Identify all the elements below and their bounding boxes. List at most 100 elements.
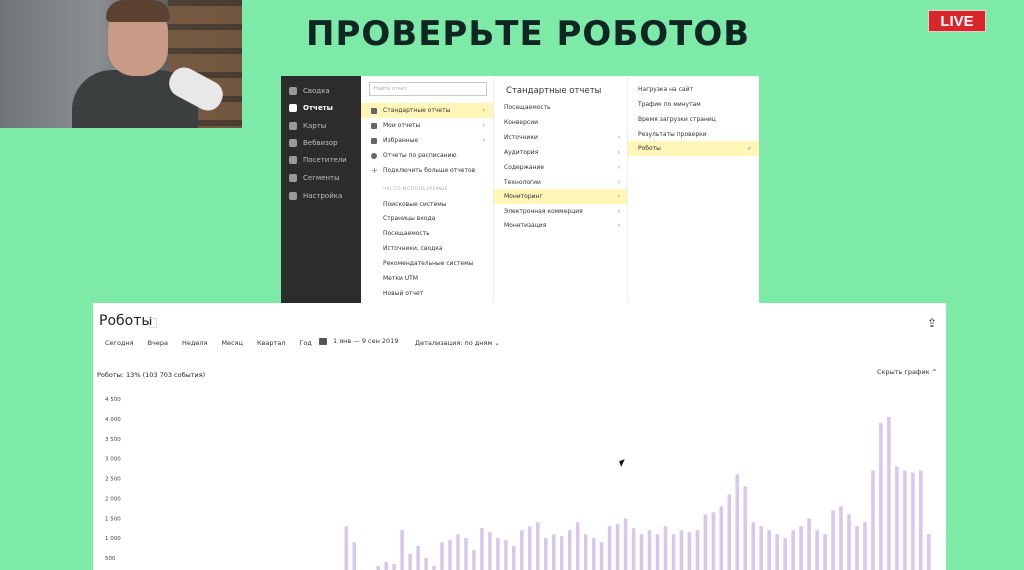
chart-bar[interactable] [400, 530, 404, 570]
chart-bar[interactable] [424, 558, 428, 570]
chart-bar[interactable] [895, 466, 899, 570]
menu-item[interactable]: Электронная коммерция › [494, 204, 628, 219]
frequent-item[interactable]: Новый отчет [361, 286, 493, 301]
chart-bar[interactable] [679, 530, 684, 570]
menu-item[interactable]: Монетизация › [494, 218, 628, 233]
chart-bar[interactable] [615, 524, 620, 570]
chart-bar[interactable] [911, 472, 915, 570]
frequent-item[interactable]: Страницы входа [361, 211, 493, 226]
nav-item-webvisor[interactable]: Вебвизор [289, 136, 338, 150]
menu-item[interactable]: Аудитория › [494, 145, 628, 160]
export-icon[interactable]: ⇪ [927, 316, 939, 330]
menu-item[interactable]: Источники › [494, 130, 628, 145]
chart-bar[interactable] [408, 554, 412, 570]
chart-bar[interactable] [639, 534, 644, 570]
chart-bar[interactable] [583, 534, 588, 570]
chart-bar[interactable] [871, 470, 875, 570]
report-search-input[interactable]: Найти отчет [369, 82, 487, 96]
chart-bar[interactable] [799, 526, 803, 570]
menu-item[interactable]: Технологии › [494, 175, 628, 190]
chart-bar[interactable] [344, 526, 349, 570]
menu-item[interactable]: Нагрузка на сайт [628, 82, 759, 97]
chart-bar[interactable] [440, 542, 444, 570]
chart-bar[interactable] [607, 526, 612, 570]
chart-bar[interactable] [863, 522, 867, 570]
chart-bar[interactable] [703, 514, 708, 570]
period-yesterday[interactable]: Вчера [148, 339, 168, 347]
chart-bar[interactable] [520, 530, 524, 570]
frequent-item[interactable]: Посещаемость [361, 226, 493, 241]
chart-bar[interactable] [552, 534, 556, 570]
chart-bar[interactable] [687, 532, 692, 570]
chart-bar[interactable] [671, 534, 676, 570]
detail-dropdown[interactable]: Детализация: по дням ⌄ [415, 339, 500, 347]
chart-bar[interactable] [512, 546, 516, 570]
chart-bar[interactable] [631, 528, 636, 570]
chart-bar[interactable] [695, 530, 700, 570]
hide-chart-button[interactable]: Скрыть график ^ [877, 368, 937, 376]
chart-bar[interactable] [464, 538, 468, 570]
chart-bar[interactable] [567, 530, 572, 570]
chart-bar[interactable] [823, 534, 827, 570]
chart-bar[interactable] [591, 538, 596, 570]
chart-bar[interactable] [504, 540, 508, 570]
chart-bar[interactable] [448, 540, 452, 570]
period-year[interactable]: Год [299, 339, 311, 347]
chart-bar[interactable] [599, 542, 604, 570]
menu-item[interactable]: Результаты проверки [628, 127, 759, 142]
chart-bar[interactable] [472, 550, 476, 570]
menu-item[interactable]: Посещаемость [494, 100, 628, 115]
chart-bar[interactable] [887, 416, 891, 570]
chart-bar[interactable] [855, 526, 859, 570]
chart-bar[interactable] [727, 494, 732, 570]
menu-item-scheduled[interactable]: Отчеты по расписанию [361, 148, 493, 163]
chart-bar[interactable] [647, 530, 652, 570]
chart-bar[interactable] [743, 486, 748, 570]
chart-bar[interactable] [767, 530, 771, 570]
chart-bar[interactable] [623, 518, 628, 570]
menu-item-connect-more[interactable]: + Подключить больше отчетов [361, 163, 493, 178]
chart-bar[interactable] [839, 506, 843, 570]
chart-bar[interactable] [775, 534, 779, 570]
chart-bar[interactable] [927, 534, 931, 570]
period-quarter[interactable]: Квартал [257, 339, 285, 347]
frequent-item[interactable]: Метки UTM [361, 271, 493, 286]
nav-item-svodka[interactable]: Сводка [289, 84, 330, 98]
chart-bar[interactable] [919, 470, 923, 570]
chart-bar[interactable] [544, 538, 548, 570]
menu-item-robots[interactable]: Роботы ✓ [628, 141, 759, 156]
chart-bar[interactable] [432, 565, 436, 570]
chart-bar[interactable] [480, 528, 484, 570]
frequent-item[interactable]: Источники, сводка [361, 241, 493, 256]
chart-bar[interactable] [528, 526, 532, 570]
nav-item-maps[interactable]: Карты [289, 119, 326, 133]
chart-bar[interactable] [376, 565, 380, 570]
nav-item-reports[interactable]: Отчеты [289, 101, 333, 115]
chart-bar[interactable] [416, 546, 420, 570]
menu-item-standard-reports[interactable]: Стандартные отчеты › [361, 103, 493, 118]
chart-bar[interactable] [903, 470, 907, 570]
menu-item[interactable]: Трафик по минутам [628, 97, 759, 112]
chart-bar[interactable] [815, 530, 819, 570]
chart-bar[interactable] [352, 542, 356, 570]
chart-bar[interactable] [783, 538, 787, 570]
chart-bar[interactable] [488, 532, 492, 570]
chart-bar[interactable] [711, 512, 716, 570]
chart-bar[interactable] [751, 522, 756, 570]
period-today[interactable]: Сегодня [105, 339, 134, 347]
nav-item-settings[interactable]: Настройка [289, 189, 342, 203]
chart-bar[interactable] [536, 522, 540, 570]
period-month[interactable]: Месяц [221, 339, 243, 347]
period-week[interactable]: Неделя [182, 339, 207, 347]
frequent-item[interactable]: Поисковые системы [361, 197, 493, 212]
nav-item-visitors[interactable]: Посетители [289, 153, 347, 167]
chart-bar[interactable] [879, 422, 883, 570]
frequent-item[interactable]: Рекомендательные системы [361, 256, 493, 271]
chart-bar[interactable] [496, 538, 500, 570]
menu-item[interactable]: Конверсии [494, 115, 628, 130]
bookmark-icon[interactable] [149, 318, 157, 328]
chart-bar[interactable] [392, 564, 396, 570]
menu-item-favorites[interactable]: Избранные › [361, 133, 493, 148]
chart-bar[interactable] [735, 474, 740, 570]
chart-bar[interactable] [847, 514, 851, 570]
